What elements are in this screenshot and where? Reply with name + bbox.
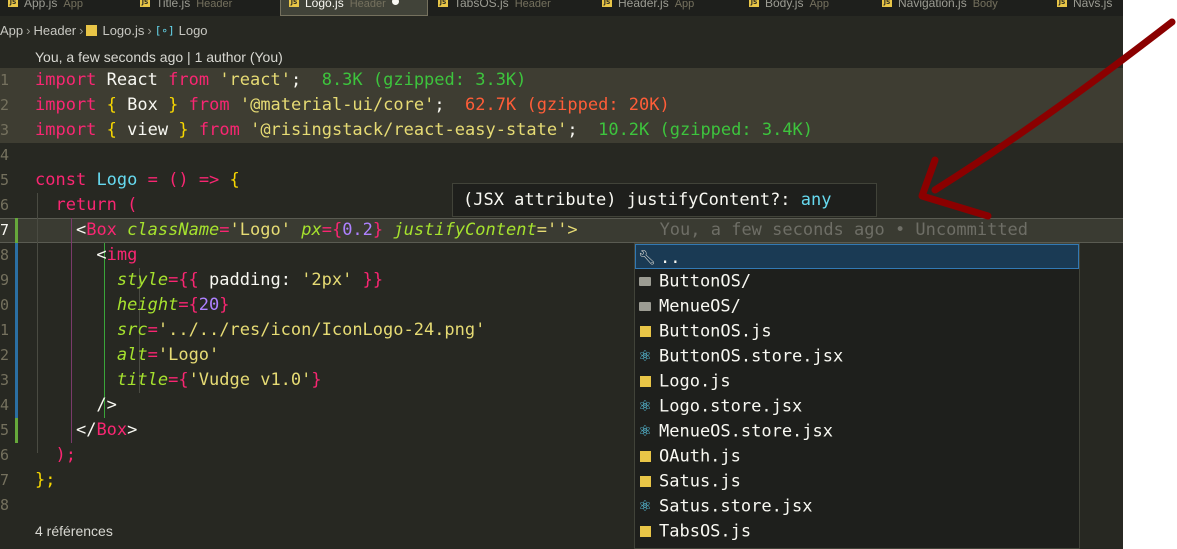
line-number: 1 (0, 71, 10, 89)
line-number: 5 (0, 421, 10, 439)
code-line[interactable]: title={'Vudge v1.0'} (35, 368, 322, 393)
references-codelens[interactable]: 4 références (35, 523, 113, 539)
line-number: 0 (0, 296, 10, 314)
breadcrumb-item[interactable]: Header (33, 23, 76, 38)
code-line[interactable]: height={20} (35, 293, 230, 318)
line-number: 2 (0, 96, 10, 114)
autocomplete-list[interactable]: 🔧︎.. ButtonOS/ MenueOS/ ButtonOS.js ⚛ But… (634, 243, 1080, 549)
line-number: 7 (0, 221, 10, 239)
line-number: 8 (0, 496, 10, 514)
tab-body-js[interactable]: JS Body.js App (741, 0, 873, 16)
hover-tooltip: (JSX attribute) justifyContent?: any (452, 183, 877, 217)
line-number: 8 (0, 246, 10, 264)
chevron-right-icon: › (147, 23, 152, 39)
line-number: 4 (0, 146, 10, 164)
js-file-icon (86, 25, 98, 37)
tab-app-js[interactable]: JS App.js App (0, 0, 132, 16)
chevron-right-icon: › (79, 23, 84, 39)
react-file-icon: ⚛ (638, 422, 652, 440)
line-number: 4 (0, 396, 10, 414)
js-file-icon (637, 519, 653, 544)
line-number: 1 (0, 321, 10, 339)
tab-tabsos-js[interactable]: JS TabsOS.js Header (430, 0, 592, 16)
suggestion-item[interactable]: OAuth.js (635, 444, 1079, 469)
suggestion-item[interactable]: Satus.js (635, 469, 1079, 494)
line-number: 9 (0, 271, 10, 289)
git-modified-marker[interactable] (15, 243, 18, 418)
line-number: 2 (0, 346, 10, 364)
chevron-right-icon: › (26, 23, 31, 39)
line-number: 6 (0, 196, 10, 214)
line-number: 3 (0, 371, 10, 389)
js-file-icon: JS (749, 0, 759, 7)
js-file-icon: JS (289, 0, 299, 7)
line-number: 7 (0, 471, 10, 489)
git-added-marker[interactable] (15, 218, 18, 243)
tab-logo-js[interactable]: JS Logo.js Header (280, 0, 428, 16)
react-file-icon: ⚛ (638, 497, 652, 515)
wrench-icon: 🔧︎ (638, 250, 656, 266)
code-line[interactable]: }; (35, 468, 55, 493)
code-line[interactable]: ); (35, 443, 75, 468)
code-line[interactable]: <img (35, 243, 137, 268)
code-line[interactable]: import { Box } from '@material-ui/core';… (35, 93, 670, 118)
line-number: 3 (0, 121, 10, 139)
js-file-icon (637, 319, 653, 344)
folder-icon (637, 294, 653, 319)
tab-bar: JS App.js App JS Title.js Header JS Logo.js He… (0, 0, 1123, 16)
code-line[interactable]: import { view } from '@risingstack/react… (35, 118, 813, 143)
code-line[interactable]: src='../../res/icon/IconLogo-24.png' (35, 318, 485, 343)
suggestion-item[interactable]: ⚛ MenueOS.store.jsx (635, 419, 1079, 444)
js-file-icon: JS (602, 0, 612, 7)
suggestion-item[interactable]: 🔧︎.. (635, 244, 1079, 269)
suggestion-item[interactable]: ButtonOS.js (635, 319, 1079, 344)
folder-icon (637, 269, 653, 294)
suggestion-item[interactable]: MenueOS/ (635, 294, 1079, 319)
code-line[interactable]: style={{ padding: '2px' }} (35, 268, 383, 293)
tab-navigation-js[interactable]: JS Navigation.js Body (874, 0, 1048, 16)
import-cost-label: 62.7K (gzipped: 20K) (465, 95, 670, 115)
js-file-icon (637, 369, 653, 394)
tab-navs-js[interactable]: JS Navs.js (1049, 0, 1123, 16)
text-cursor: '> (557, 220, 578, 240)
import-cost-label: 10.2K (gzipped: 3.4K) (598, 120, 814, 140)
git-added-marker[interactable] (15, 418, 18, 443)
js-file-icon (637, 469, 653, 494)
suggestion-item[interactable]: ⚛ Satus.store.jsx (635, 494, 1079, 519)
line-number: 5 (0, 171, 10, 189)
code-line[interactable]: </Box> (35, 418, 137, 443)
code-editor[interactable]: JS App.js App JS Title.js Header JS Logo.js He… (0, 0, 1123, 549)
react-file-icon: ⚛ (638, 347, 652, 365)
code-line[interactable]: const Logo = () => { (35, 168, 240, 193)
react-file-icon: ⚛ (638, 397, 652, 415)
code-line[interactable]: alt='Logo' (35, 343, 219, 368)
suggestion-item[interactable]: ButtonOS/ (635, 269, 1079, 294)
line-number: 6 (0, 446, 10, 464)
tab-title-js[interactable]: JS Title.js Header (132, 0, 278, 16)
suggestion-item[interactable]: Logo.js (635, 369, 1079, 394)
js-file-icon: JS (882, 0, 892, 7)
git-blame-codelens[interactable]: You, a few seconds ago | 1 author (You) (35, 49, 283, 65)
code-line[interactable]: <Box className='Logo' px={0.2} justifyCo… (35, 218, 1028, 243)
breadcrumb-item[interactable]: Logo.js (102, 23, 144, 38)
code-line[interactable]: import React from 'react'; 8.3K (gzipped… (35, 68, 526, 93)
js-file-icon: JS (1057, 0, 1067, 7)
tab-header-js[interactable]: JS Header.js App (594, 0, 740, 16)
breadcrumb-item[interactable]: Logo (179, 23, 208, 38)
code-line[interactable]: /> (35, 393, 116, 418)
import-cost-label: 8.3K (gzipped: 3.3K) (321, 70, 527, 90)
suggestion-item[interactable]: ⚛ ButtonOS.store.jsx (635, 344, 1079, 369)
js-file-icon: JS (140, 0, 150, 7)
js-file-icon (637, 444, 653, 469)
js-file-icon: JS (8, 0, 18, 7)
js-file-icon: JS (438, 0, 448, 7)
inline-git-blame: You, a few seconds ago • Uncommitted (659, 220, 1029, 240)
breadcrumb-item[interactable]: App (0, 23, 23, 38)
breadcrumb: App › Header › Logo.js › [∘] Logo (0, 22, 208, 40)
code-line[interactable]: return ( (35, 193, 137, 218)
suggestion-item[interactable]: ⚛ Logo.store.jsx (635, 394, 1079, 419)
variable-symbol-icon: [∘] (154, 24, 175, 38)
unsaved-dot-icon (391, 0, 399, 5)
suggestion-item[interactable]: TabsOS.js (635, 519, 1079, 544)
